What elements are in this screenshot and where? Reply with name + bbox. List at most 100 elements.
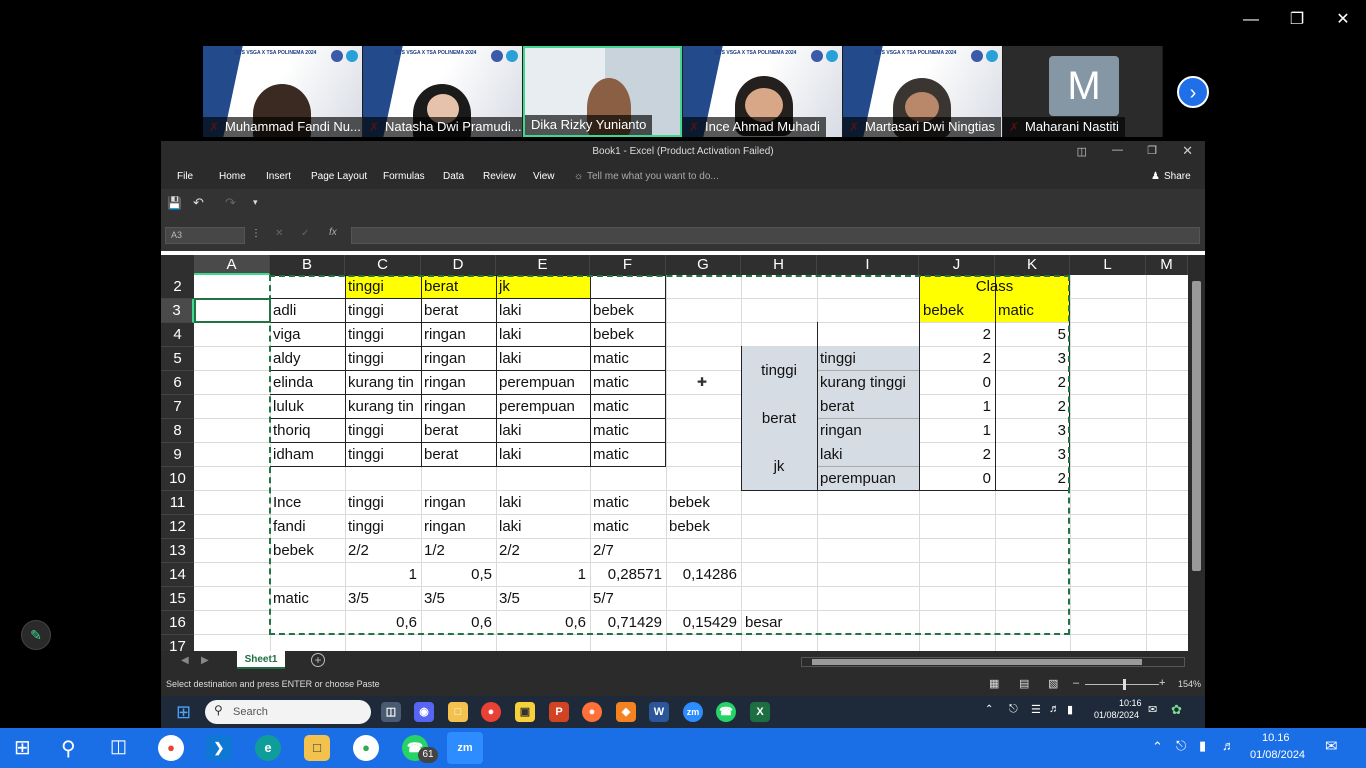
cell[interactable]: laki (818, 443, 845, 467)
cell[interactable]: 0 (919, 371, 995, 395)
formula-input[interactable] (351, 227, 1200, 244)
chrome-icon[interactable]: ● (481, 702, 501, 722)
file-explorer-icon[interactable]: □ (448, 702, 468, 722)
horizontal-scrollbar[interactable] (801, 657, 1185, 667)
microphone-icon[interactable]: ⎋ (1009, 703, 1018, 716)
participant-tile[interactable]: DTS VSGA X TSA POLINEMA 2024 ✗ Muhammad … (203, 46, 362, 137)
vscode-icon[interactable]: ❯ (206, 735, 232, 761)
customize-qat-icon[interactable]: ▾ (253, 197, 258, 208)
word-icon[interactable]: W (649, 702, 669, 722)
task-view-icon[interactable]: ◫ (110, 736, 127, 757)
cancel-icon[interactable]: ✕ (275, 228, 283, 239)
chrome-profile-icon[interactable]: ● (353, 735, 379, 761)
powerpoint-icon[interactable]: P (549, 702, 569, 722)
spreadsheet-grid[interactable]: A B C D E F G H I J K L M 2 3 4 5 6 7 8 … (161, 251, 1205, 651)
enter-icon[interactable]: ✓ (301, 228, 309, 239)
chrome-icon[interactable]: ● (158, 735, 184, 761)
sticky-notes-icon[interactable]: ▣ (515, 702, 535, 722)
cell[interactable]: viga (271, 323, 303, 347)
cell[interactable]: tinggi (346, 515, 386, 539)
cell[interactable]: kurang tin (346, 371, 421, 395)
cell[interactable]: laki (497, 491, 524, 515)
cell[interactable]: 0,15429 (666, 611, 741, 635)
close-button[interactable]: ✕ (1182, 143, 1193, 159)
cell[interactable]: laki (497, 323, 524, 347)
cell[interactable]: 3 (995, 443, 1070, 467)
column-header[interactable]: D (421, 255, 496, 275)
cell[interactable]: tinggi (741, 359, 817, 383)
cell[interactable]: ringan (818, 419, 864, 443)
discord-icon[interactable]: ◉ (414, 702, 434, 722)
scrollbar-thumb[interactable] (812, 659, 1142, 665)
cell[interactable]: tinggi (346, 491, 386, 515)
participant-tile[interactable]: DTS VSGA X TSA POLINEMA 2024 ✗ Martasari… (843, 46, 1002, 137)
tab-data[interactable]: Data (443, 171, 464, 182)
cell[interactable]: bebek (271, 539, 316, 563)
tab-file[interactable]: File (177, 171, 193, 182)
volume-icon[interactable]: ♬ (1049, 703, 1060, 715)
app-icon[interactable]: ◆ (616, 702, 636, 722)
tab-insert[interactable]: Insert (266, 171, 291, 182)
chevron-right-icon[interactable]: › (1177, 76, 1209, 108)
zoom-slider-thumb[interactable] (1123, 679, 1126, 690)
select-all-button[interactable] (161, 255, 194, 275)
cell[interactable]: 0,28571 (590, 563, 666, 587)
cell[interactable]: matic (591, 491, 631, 515)
cell[interactable]: 3 (995, 419, 1070, 443)
cell[interactable]: kurang tinggi (818, 371, 908, 395)
row-header[interactable]: 9 (161, 443, 194, 467)
cell[interactable]: tinggi (346, 347, 386, 371)
tab-page-layout[interactable]: Page Layout (311, 171, 367, 182)
tab-view[interactable]: View (533, 171, 555, 182)
cell[interactable]: 2/7 (591, 539, 616, 563)
minimize-button[interactable]: — (1112, 144, 1123, 156)
cell[interactable]: matic (271, 587, 311, 611)
cell[interactable]: 2 (919, 347, 995, 371)
cell[interactable]: 0,6 (345, 611, 421, 635)
cell[interactable]: 0,71429 (590, 611, 666, 635)
windows-start-icon[interactable]: ⊞ (14, 738, 31, 758)
cell[interactable]: ringan (422, 371, 468, 395)
row-header[interactable]: 12 (161, 515, 194, 539)
cell[interactable]: tinggi (346, 443, 386, 467)
copilot-icon[interactable]: ✿ (1171, 702, 1182, 718)
cell[interactable]: tinggi (818, 347, 858, 371)
ribbon-display-icon[interactable]: ◫ (1077, 145, 1087, 158)
cell[interactable]: matic (591, 395, 631, 419)
scrollbar-thumb[interactable] (1192, 281, 1201, 571)
undo-icon[interactable]: ↶ (193, 195, 204, 211)
task-view-icon[interactable]: ◫ (381, 702, 401, 722)
taskbar-search[interactable]: ⚲ Search (205, 700, 371, 724)
tab-formulas[interactable]: Formulas (383, 171, 425, 182)
cell[interactable]: 3/5 (346, 587, 371, 611)
chevron-up-icon[interactable]: ⌃ (1152, 739, 1163, 755)
cell[interactable]: aldy (271, 347, 303, 371)
cell[interactable]: 2/2 (497, 539, 522, 563)
cell[interactable]: perempuan (818, 467, 898, 491)
column-header[interactable]: M (1146, 255, 1188, 275)
row-header[interactable]: 16 (161, 611, 194, 635)
column-header[interactable]: G (666, 255, 741, 275)
row-header[interactable]: 15 (161, 587, 194, 611)
normal-view-icon[interactable]: ▦ (989, 677, 999, 690)
column-header[interactable]: F (590, 255, 666, 275)
cell[interactable]: 2 (995, 467, 1070, 491)
file-explorer-icon[interactable]: □ (304, 735, 330, 761)
cell[interactable]: Class (919, 275, 1070, 299)
cell[interactable]: tinggi (346, 299, 386, 323)
row-header[interactable]: 13 (161, 539, 194, 563)
page-break-view-icon[interactable]: ▧ (1048, 677, 1058, 690)
cell[interactable]: laki (497, 443, 524, 467)
row-header[interactable]: 3 (161, 299, 194, 323)
cell[interactable]: berat (422, 419, 460, 443)
row-header[interactable]: 17 (161, 635, 194, 651)
zoom-in-icon[interactable]: + (1159, 677, 1165, 689)
wifi-icon[interactable]: ☰ (1031, 703, 1041, 716)
cell[interactable]: thoriq (271, 419, 313, 443)
cell[interactable]: matic (591, 371, 631, 395)
edge-icon[interactable]: e (255, 735, 281, 761)
cell[interactable]: luluk (271, 395, 306, 419)
cell[interactable]: bebek (591, 299, 636, 323)
tab-home[interactable]: Home (219, 171, 246, 182)
cell[interactable]: 0,14286 (666, 563, 741, 587)
